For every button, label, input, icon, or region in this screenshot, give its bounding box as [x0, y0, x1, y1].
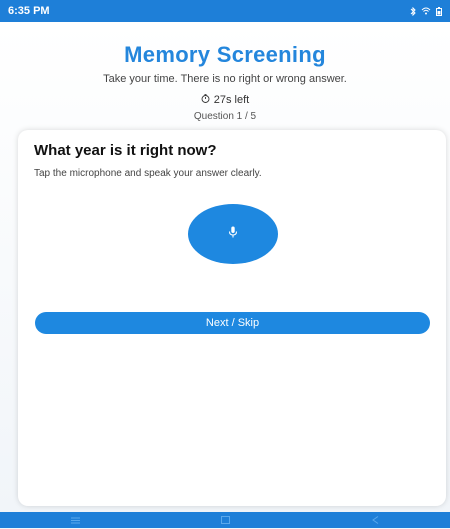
battery-icon: [436, 6, 442, 16]
menu-icon[interactable]: [70, 511, 80, 529]
instruction-text: Tap the microphone and speak your answer…: [34, 168, 262, 179]
question-counter: Question 1 / 5: [193, 111, 257, 122]
timer-text: 27s left: [213, 94, 250, 106]
navigation-bar: [0, 512, 450, 528]
bluetooth-icon: [410, 6, 416, 16]
page-title: Memory Screening: [124, 42, 326, 67]
question-card: What year is it right now? Tap the micro…: [18, 130, 446, 506]
microphone-icon: [228, 225, 238, 243]
next-skip-button[interactable]: Next / Skip: [35, 312, 430, 334]
microphone-button[interactable]: [188, 204, 278, 264]
timer: 27s left: [0, 94, 450, 106]
timer-icon: [201, 94, 210, 106]
status-bar: 6:35 PM: [0, 0, 450, 22]
back-icon[interactable]: [372, 511, 379, 529]
home-icon[interactable]: [221, 511, 231, 529]
wifi-icon: [421, 7, 431, 15]
screening-page: Memory Screening Take your time. There i…: [0, 22, 450, 512]
status-time: 6:35 PM: [8, 5, 50, 17]
question-title: What year is it right now?: [34, 142, 217, 159]
status-icons: [410, 6, 442, 16]
page-subtitle: Take your time. There is no right or wro…: [103, 73, 347, 85]
